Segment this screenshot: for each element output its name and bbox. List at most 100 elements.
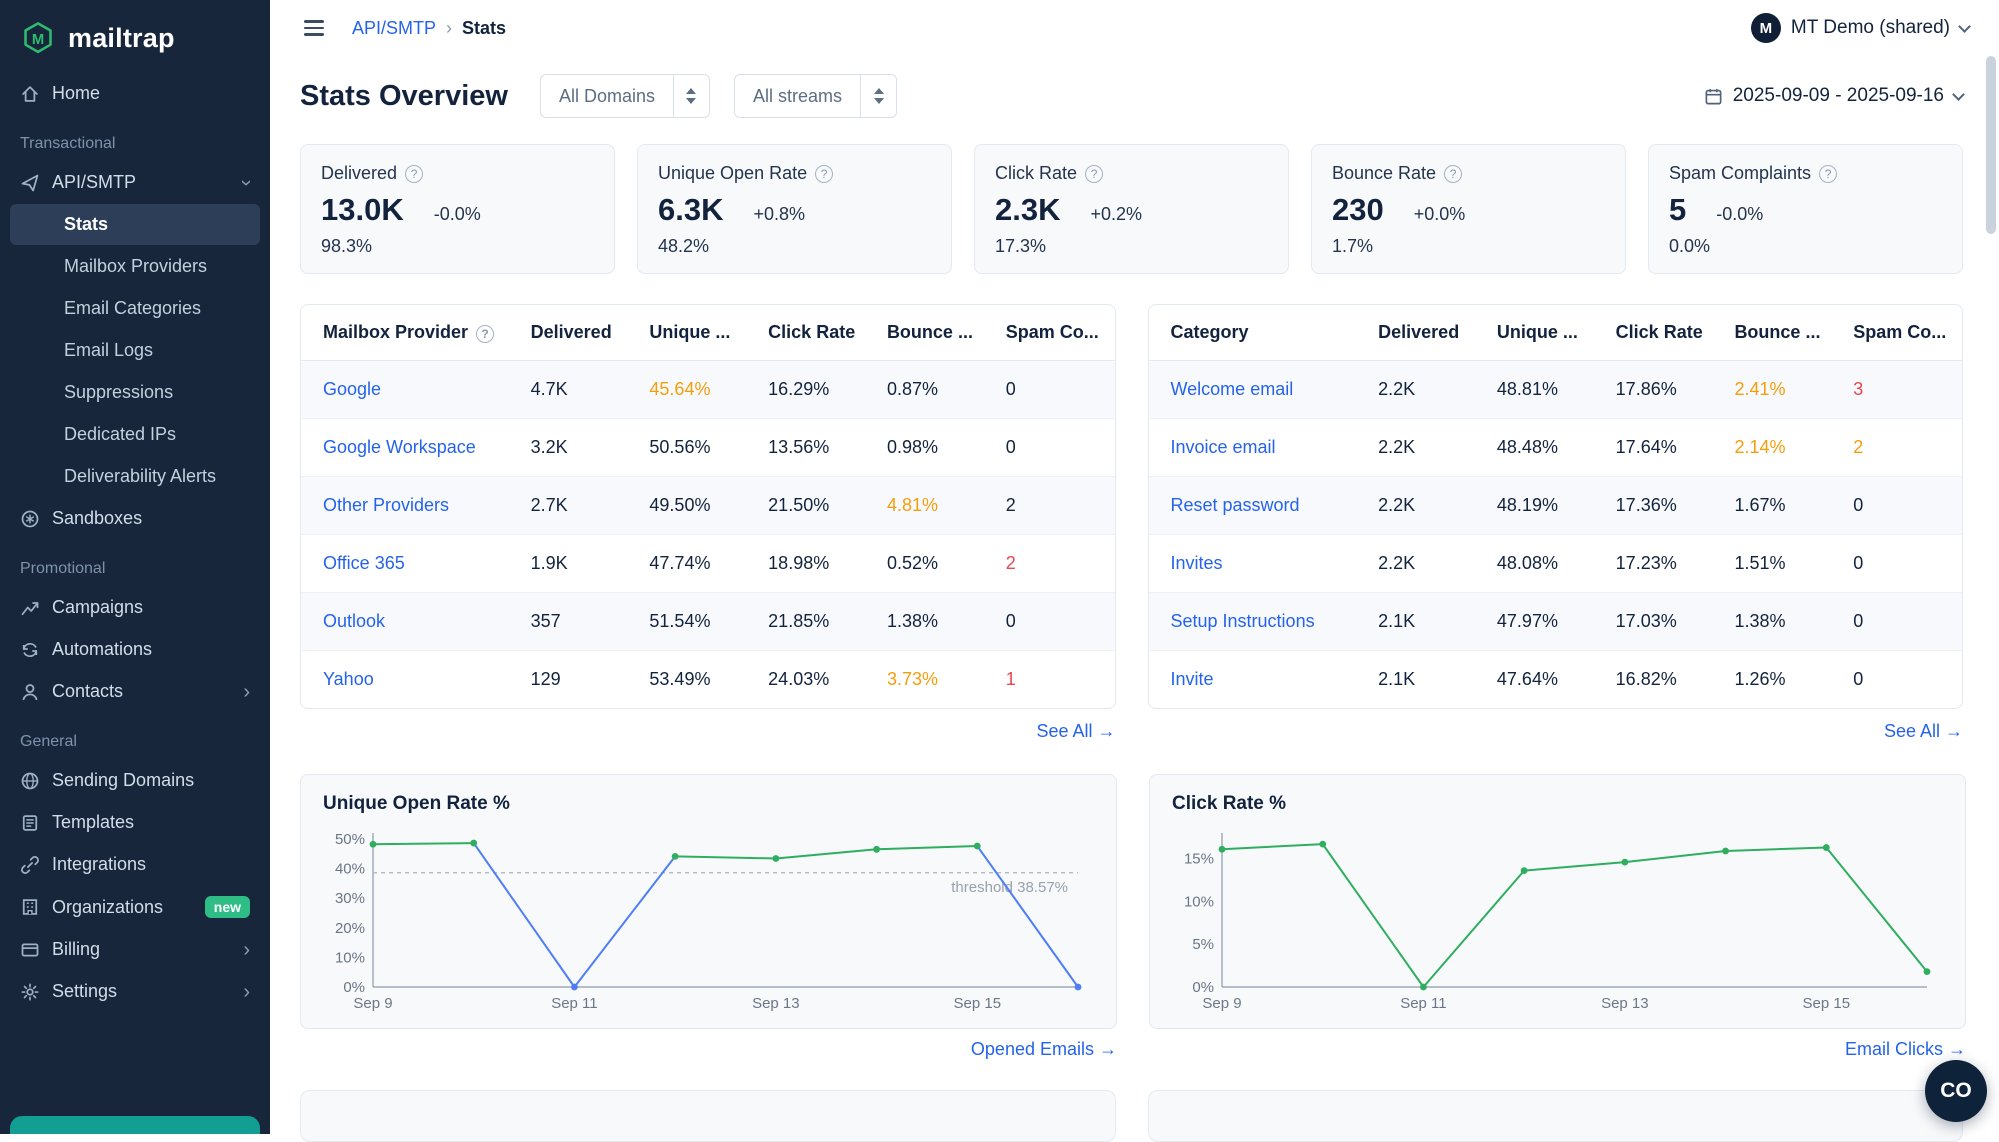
streams-filter-select[interactable]: All streams (734, 74, 897, 118)
cell-value: 48.81% (1497, 379, 1558, 399)
stat-card-click-rate: Click Rate2.3K+0.2%17.3% (974, 144, 1289, 274)
stat-card-delivered: Delivered13.0K-0.0%98.3% (300, 144, 615, 274)
row-link-setup-instructions[interactable]: Setup Instructions (1171, 611, 1315, 631)
cell-value: 45.64% (649, 379, 710, 399)
sidebar-item-settings[interactable]: Settings› (10, 971, 260, 1012)
globe-icon (20, 771, 40, 791)
column-header-bounce: Bounce ... (1724, 305, 1843, 361)
row-link-other-providers[interactable]: Other Providers (323, 495, 449, 515)
partial-card (300, 1090, 1116, 1142)
stepper-arrows-icon[interactable] (860, 75, 896, 117)
sidebar: M mailtrap HomeTransactionalAPI/SMTP›Sta… (0, 0, 270, 1134)
sidebar-bottom-card[interactable] (10, 1116, 260, 1134)
menu-icon[interactable] (300, 16, 328, 39)
chart-link-row: Opened Emails → (300, 1039, 1117, 1060)
line-chart: 0%10%20%30%40%50%Sep 9Sep 11Sep 13Sep 15… (323, 821, 1094, 1017)
table-row: Setup Instructions2.1K47.97%17.03%1.38%0 (1149, 593, 1963, 651)
column-header-unique: Unique ... (639, 305, 758, 361)
table-row: Invite2.1K47.64%16.82%1.26%0 (1149, 651, 1963, 709)
sidebar-item-contacts[interactable]: Contacts› (10, 671, 260, 712)
see-all-link[interactable]: See All → (1036, 721, 1115, 741)
row-link-yahoo[interactable]: Yahoo (323, 669, 374, 689)
sidebar-item-sending-domains[interactable]: Sending Domains (10, 760, 260, 801)
sidebar-item-label: Billing (52, 939, 231, 960)
stepper-arrows-icon[interactable] (673, 75, 709, 117)
sidebar-item-integrations[interactable]: Integrations (10, 844, 260, 885)
sidebar-item-label: Settings (52, 981, 231, 1002)
cell-value: 48.08% (1497, 553, 1558, 573)
cell-value: 21.50% (768, 495, 829, 515)
table-row: Office 3651.9K47.74%18.98%0.52%2 (301, 535, 1115, 593)
sidebar-item-home[interactable]: Home (10, 73, 260, 114)
templates-icon (20, 813, 40, 833)
sidebar-item-billing[interactable]: Billing› (10, 929, 260, 970)
cell-value: 1 (1006, 669, 1016, 689)
account-menu[interactable]: M MT Demo (shared) (1751, 13, 1969, 43)
sidebar-item-campaigns[interactable]: Campaigns (10, 587, 260, 628)
row-link-invites[interactable]: Invites (1171, 553, 1223, 573)
sidebar-item-label: Sandboxes (52, 508, 250, 529)
row-link-google-workspace[interactable]: Google Workspace (323, 437, 476, 457)
table-row: Yahoo12953.49%24.03%3.73%1 (301, 651, 1115, 709)
stat-card-value-row: 13.0K-0.0% (321, 192, 594, 228)
chart-plot: 0%10%20%30%40%50%Sep 9Sep 11Sep 13Sep 15… (323, 821, 1094, 1022)
sidebar-subitem-stats[interactable]: Stats (10, 204, 260, 245)
help-icon[interactable] (405, 165, 423, 183)
table-section-categories: CategoryDeliveredUnique ...Click RateBou… (1148, 304, 1964, 742)
chart-link-email-clicks[interactable]: Email Clicks → (1845, 1039, 1966, 1059)
cell-value: 50.56% (649, 437, 710, 457)
row-link-outlook[interactable]: Outlook (323, 611, 385, 631)
cell-value: 21.85% (768, 611, 829, 631)
svg-text:Sep 15: Sep 15 (954, 995, 1002, 1012)
help-icon[interactable] (1444, 165, 1462, 183)
column-header-unique: Unique ... (1487, 305, 1606, 361)
categories-table: CategoryDeliveredUnique ...Click RateBou… (1149, 305, 1963, 708)
cell-value: 0 (1853, 669, 1863, 689)
stat-card-value: 13.0K (321, 192, 404, 228)
chat-launcher-button[interactable]: CO (1925, 1060, 1987, 1122)
row-link-google[interactable]: Google (323, 379, 381, 399)
date-range-picker[interactable]: 2025-09-09 - 2025-09-16 (1704, 85, 1963, 107)
sidebar-subitem-suppressions[interactable]: Suppressions (10, 372, 260, 413)
sidebar-subitem-dedicated-ips[interactable]: Dedicated IPs (10, 414, 260, 455)
row-link-welcome-email[interactable]: Welcome email (1171, 379, 1294, 399)
brand-logo[interactable]: M mailtrap (0, 0, 270, 72)
sidebar-subitem-email-categories[interactable]: Email Categories (10, 288, 260, 329)
help-icon[interactable] (476, 325, 494, 343)
sidebar-item-label: Automations (52, 639, 250, 660)
stat-cards-row: Delivered13.0K-0.0%98.3%Unique Open Rate… (300, 144, 1963, 274)
sidebar-subitem-deliverability-alerts[interactable]: Deliverability Alerts (10, 456, 260, 497)
help-icon[interactable] (1819, 165, 1837, 183)
sidebar-item-sandboxes[interactable]: Sandboxes (10, 498, 260, 539)
sidebar-subitem-mailbox-providers[interactable]: Mailbox Providers (10, 246, 260, 287)
help-icon[interactable] (815, 165, 833, 183)
help-icon[interactable] (1085, 165, 1103, 183)
sidebar-item-api-smtp[interactable]: API/SMTP› (10, 162, 260, 203)
row-link-invite[interactable]: Invite (1171, 669, 1214, 689)
sidebar-item-automations[interactable]: Automations (10, 629, 260, 670)
cell-value: 1.26% (1734, 669, 1785, 689)
sidebar-item-label: Home (52, 83, 250, 104)
sidebar-item-templates[interactable]: Templates (10, 802, 260, 843)
svg-text:10%: 10% (335, 949, 365, 966)
cell-value: 0 (1853, 611, 1863, 631)
see-all-link[interactable]: See All → (1884, 721, 1963, 741)
breadcrumb-link-api-smtp[interactable]: API/SMTP (352, 18, 436, 39)
sidebar-subitem-email-logs[interactable]: Email Logs (10, 330, 260, 371)
cell-value: 3.2K (531, 437, 568, 457)
column-header-label: Spam Co... (1853, 322, 1946, 342)
cell-value: 0 (1006, 611, 1016, 631)
row-link-reset-password[interactable]: Reset password (1171, 495, 1300, 515)
cell-value: 51.54% (649, 611, 710, 631)
stat-card-unique-open-rate: Unique Open Rate6.3K+0.8%48.2% (637, 144, 952, 274)
row-link-office-365[interactable]: Office 365 (323, 553, 405, 573)
chart-link-opened-emails[interactable]: Opened Emails → (971, 1039, 1117, 1059)
cell-value: 49.50% (649, 495, 710, 515)
cell-value: 1.51% (1734, 553, 1785, 573)
scrollbar-thumb[interactable] (1986, 56, 1996, 234)
column-header-spam-co: Spam Co... (996, 305, 1115, 361)
row-link-invoice-email[interactable]: Invoice email (1171, 437, 1276, 457)
sidebar-item-organizations[interactable]: Organizationsnew (10, 886, 260, 928)
column-header-delivered: Delivered (1368, 305, 1487, 361)
domains-filter-select[interactable]: All Domains (540, 74, 710, 118)
